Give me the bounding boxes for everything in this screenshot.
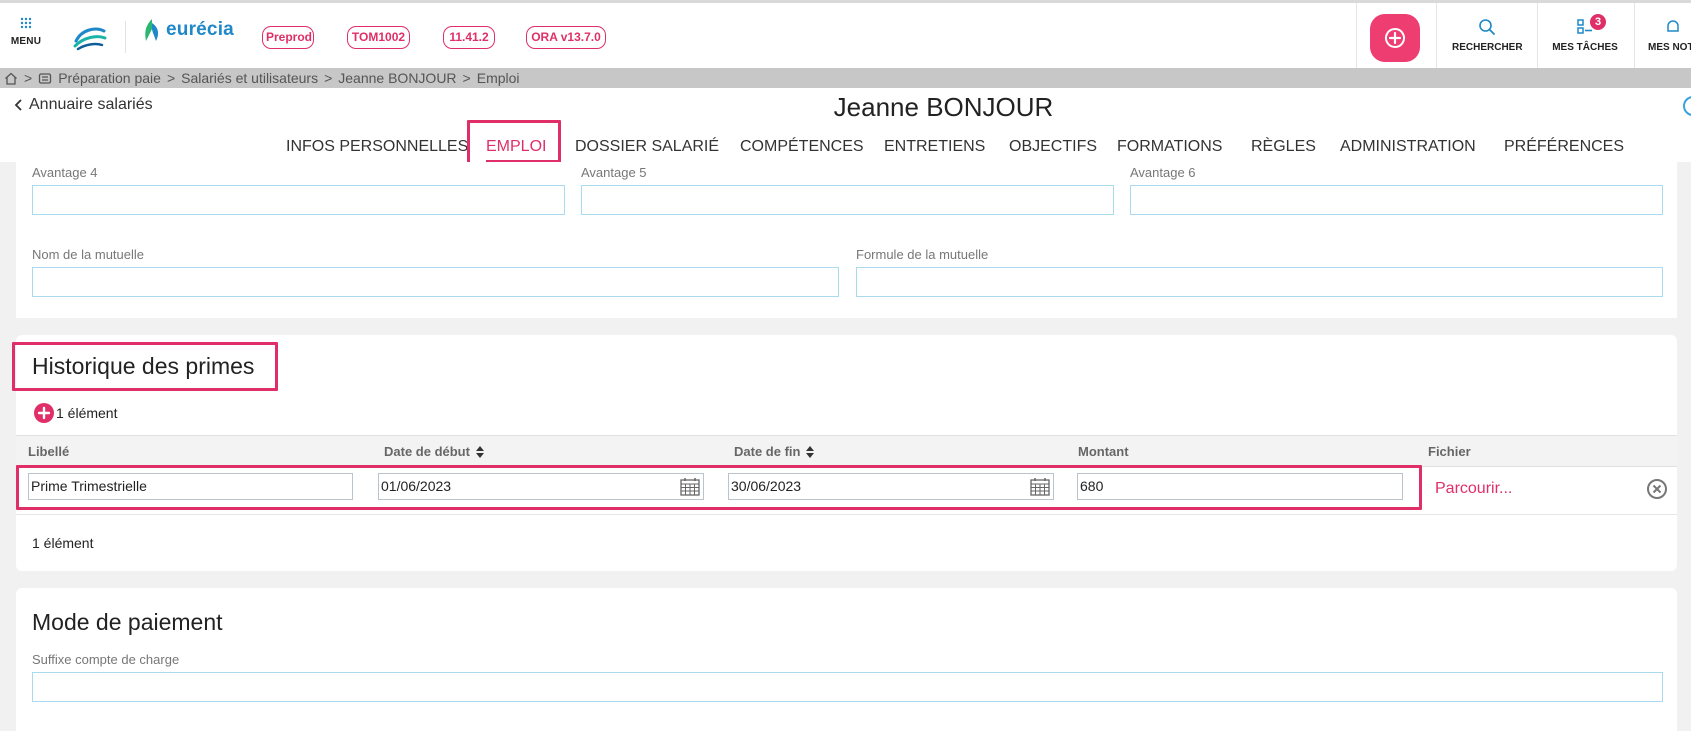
payment-card: Mode de paiement Suffixe compte de charg… <box>16 588 1677 731</box>
column-fichier: Fichier <box>1428 444 1471 459</box>
mutuelle-formula-input[interactable] <box>856 267 1663 297</box>
mutuelle-name-label: Nom de la mutuelle <box>32 247 144 262</box>
notifications-button[interactable]: MES NOT <box>1648 18 1691 53</box>
tab-regles[interactable]: RÈGLES <box>1251 138 1316 156</box>
breadcrumb: > Préparation paie > Salariés et utilisa… <box>0 68 1691 88</box>
avantage5-input[interactable] <box>581 185 1114 215</box>
prime-date-fin-value: 30/06/2023 <box>731 478 802 494</box>
calendar-icon[interactable] <box>1030 477 1050 496</box>
avantage6-input[interactable] <box>1130 185 1663 215</box>
prime-date-debut-value: 01/06/2023 <box>381 478 452 494</box>
toolbar-divider <box>1537 3 1538 71</box>
menu-label: MENU <box>10 36 42 47</box>
plus-circle-icon <box>1385 28 1405 48</box>
toolbar-divider <box>1356 3 1357 71</box>
prime-libelle-input[interactable]: Prime Trimestrielle <box>28 473 353 500</box>
search-button[interactable]: RECHERCHER <box>1452 18 1523 53</box>
env-badge-tenant: TOM1002 <box>347 26 410 49</box>
person-name-wrap: Jeanne BONJOUR <box>0 92 1691 123</box>
search-icon <box>1479 19 1495 35</box>
tab-competences[interactable]: COMPÉTENCES <box>740 138 864 156</box>
avantage4-label: Avantage 4 <box>32 165 98 180</box>
tab-objectifs[interactable]: OBJECTIFS <box>1009 138 1097 156</box>
toolbar-divider <box>1634 3 1635 71</box>
column-libelle: Libellé <box>28 444 70 459</box>
env-badge-version: 11.41.2 <box>443 26 495 49</box>
avantage5-label: Avantage 5 <box>581 165 647 180</box>
person-name: Jeanne BONJOUR <box>833 92 1054 122</box>
top-bar: MENU eurécia Preprod TOM1002 11.41.2 ORA… <box>0 0 1691 71</box>
tab-emploi[interactable]: EMPLOI <box>486 138 546 156</box>
tab-entretiens[interactable]: ENTRETIENS <box>884 138 985 156</box>
primes-count-bottom: 1 élément <box>32 535 94 551</box>
toolbar-divider <box>1436 3 1437 71</box>
payroll-icon <box>39 72 52 84</box>
prime-montant-input[interactable]: 680 <box>1077 473 1403 500</box>
breadcrumb-item-current: Emploi <box>476 70 520 86</box>
tasks-count-badge: 3 <box>1590 14 1606 30</box>
table-row: Prime Trimestrielle 01/06/2023 30/06/202… <box>16 467 1677 515</box>
mutuelle-formula-label: Formule de la mutuelle <box>856 247 989 262</box>
column-montant: Montant <box>1078 444 1129 459</box>
notifications-label: MES NOT <box>1648 42 1691 53</box>
sort-icon <box>806 445 815 458</box>
sort-icon <box>475 445 484 458</box>
brand-name: eurécia <box>166 19 234 40</box>
column-date-fin[interactable]: Date de fin <box>734 444 815 459</box>
menu-button[interactable]: MENU <box>8 17 44 47</box>
browse-file-link[interactable]: Parcourir... <box>1435 480 1512 498</box>
leaf-logo-icon <box>145 19 159 41</box>
app-logo-icon[interactable] <box>72 25 108 56</box>
logo-divider <box>125 21 126 53</box>
breadcrumb-separator: > <box>462 70 471 86</box>
my-tasks-button[interactable]: 3 MES TÂCHES <box>1550 14 1620 53</box>
remove-row-icon[interactable] <box>1647 479 1667 499</box>
avantage6-label: Avantage 6 <box>1130 165 1196 180</box>
quick-add-button[interactable] <box>1370 14 1420 62</box>
prime-date-fin-input[interactable]: 30/06/2023 <box>728 473 1054 500</box>
employee-header: Annuaire salariés Jeanne BONJOUR INFOS P… <box>0 88 1691 162</box>
tab-preferences[interactable]: PRÉFÉRENCES <box>1504 138 1624 156</box>
primes-count-top: 1 élément <box>56 405 118 421</box>
benefits-card: Avantage 4 Avantage 5 Avantage 6 Nom de … <box>16 162 1677 318</box>
tab-formations[interactable]: FORMATIONS <box>1117 138 1222 156</box>
prime-date-debut-input[interactable]: 01/06/2023 <box>378 473 704 500</box>
primes-title: Historique des primes <box>32 353 255 379</box>
search-label: RECHERCHER <box>1452 42 1523 53</box>
bell-icon <box>1667 20 1679 32</box>
breadcrumb-separator: > <box>24 70 33 86</box>
tab-infos-personnelles[interactable]: INFOS PERSONNELLES <box>286 138 468 156</box>
brand-logo: eurécia <box>142 17 234 43</box>
suffix-input[interactable] <box>32 672 1663 702</box>
breadcrumb-item-payroll[interactable]: Préparation paie <box>58 70 161 86</box>
breadcrumb-separator: > <box>324 70 333 86</box>
payment-title: Mode de paiement <box>32 609 223 635</box>
env-badge-database: ORA v13.7.0 <box>526 26 606 49</box>
tasks-label: MES TÂCHES <box>1552 42 1618 53</box>
avantage4-input[interactable] <box>32 185 565 215</box>
suffix-label: Suffixe compte de charge <box>32 652 180 667</box>
breadcrumb-item-person[interactable]: Jeanne BONJOUR <box>338 70 456 86</box>
calendar-icon[interactable] <box>680 477 700 496</box>
tab-dossier-salarie[interactable]: DOSSIER SALARIÉ <box>575 138 719 156</box>
breadcrumb-separator: > <box>166 70 176 86</box>
add-prime-icon[interactable] <box>34 403 54 423</box>
mutuelle-name-input[interactable] <box>32 267 839 297</box>
tab-administration[interactable]: ADMINISTRATION <box>1340 138 1476 156</box>
primes-table-header: Libellé Date de début Date de fin Montan… <box>16 435 1677 467</box>
grid-menu-icon <box>20 17 32 29</box>
breadcrumb-item-employees[interactable]: Salariés et utilisateurs <box>181 70 318 86</box>
home-icon[interactable] <box>4 72 18 85</box>
column-date-debut[interactable]: Date de début <box>384 444 484 459</box>
env-badge-preprod: Preprod <box>262 26 314 49</box>
